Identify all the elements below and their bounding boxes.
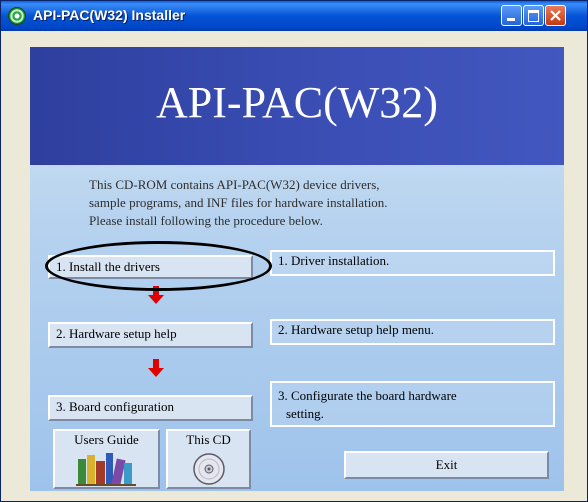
intro-text: This CD-ROM contains API-PAC(W32) device… [89, 176, 549, 230]
this-cd-label: This CD [186, 432, 231, 447]
installer-window: API-PAC(W32) Installer API-PAC(W32) This… [0, 0, 588, 502]
intro-line-3: Please install following the procedure b… [89, 213, 323, 228]
close-icon [550, 10, 561, 21]
step-1-description: 1. Driver installation. [270, 250, 555, 276]
hardware-setup-help-button[interactable]: 2. Hardware setup help [48, 322, 253, 348]
books-icon [75, 453, 136, 486]
exit-button[interactable]: Exit [344, 451, 549, 479]
close-button[interactable] [545, 5, 566, 26]
users-guide-button[interactable]: Users Guide [53, 429, 160, 489]
step-2-description: 2. Hardware setup help menu. [270, 319, 555, 345]
window-title: API-PAC(W32) Installer [33, 7, 186, 23]
maximize-button[interactable] [523, 5, 544, 26]
cd-disc-icon [192, 453, 225, 485]
step-3-description-line-2: setting. [286, 406, 324, 421]
banner-title: API-PAC(W32) [156, 78, 438, 127]
banner: API-PAC(W32) [30, 47, 564, 165]
users-guide-label: Users Guide [74, 432, 139, 447]
title-bar[interactable]: API-PAC(W32) Installer [1, 1, 587, 31]
intro-line-2: sample programs, and INF files for hardw… [89, 195, 388, 210]
step-3-description-line-1: 3. Configurate the board hardware [278, 388, 457, 403]
this-cd-button[interactable]: This CD [166, 429, 251, 489]
intro-line-1: This CD-ROM contains API-PAC(W32) device… [89, 177, 380, 192]
install-drivers-button[interactable]: 1. Install the drivers [48, 255, 253, 279]
minimize-button[interactable] [501, 5, 522, 26]
step-3-description: 3. Configurate the board hardware settin… [270, 381, 555, 427]
board-configuration-button[interactable]: 3. Board configuration [48, 395, 253, 421]
app-icon [8, 7, 26, 25]
arrow-down-icon [148, 286, 164, 304]
arrow-down-icon [148, 359, 164, 377]
